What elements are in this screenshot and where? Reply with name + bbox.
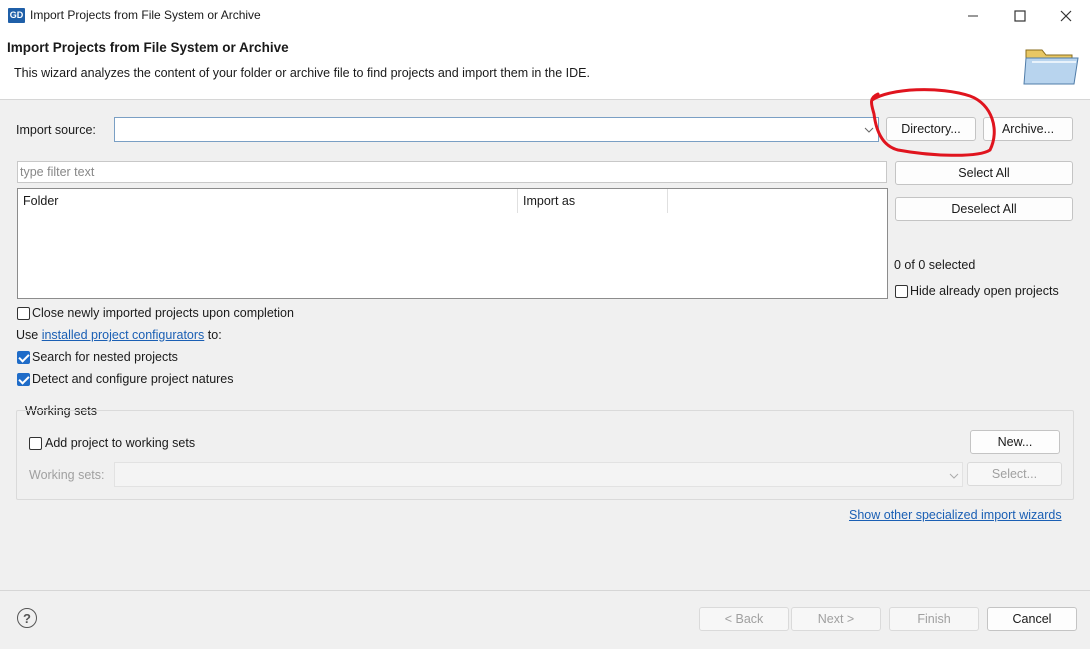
search-nested-checkbox[interactable] [17,351,30,364]
import-source-label: Import source: [16,123,96,137]
import-source-combo[interactable] [114,117,879,142]
use-suffix: to: [204,328,222,342]
other-wizards-link[interactable]: Show other specialized import wizards [849,508,1062,522]
close-icon[interactable] [1043,0,1089,32]
maximize-icon[interactable] [997,0,1043,32]
configurators-line: Use installed project configurators to: [16,328,222,342]
directory-button[interactable]: Directory... [886,117,976,141]
help-icon[interactable]: ? [17,608,37,628]
archive-button[interactable]: Archive... [983,117,1073,141]
cancel-button[interactable]: Cancel [987,607,1077,631]
projects-table[interactable]: Folder Import as [17,188,888,299]
working-sets-label: Working sets: [29,468,105,482]
use-prefix: Use [16,328,42,342]
selection-count: 0 of 0 selected [894,258,976,272]
working-sets-combo[interactable] [114,462,963,487]
chevron-down-icon [949,473,959,479]
title-bar: GD Import Projects from File System or A… [0,0,1090,32]
close-projects-checkbox[interactable] [17,307,30,320]
next-button[interactable]: Next > [791,607,881,631]
installed-configurators-link[interactable]: installed project configurators [42,328,205,342]
hide-open-checkbox[interactable] [895,285,908,298]
detect-natures-checkbox[interactable] [17,373,30,386]
select-all-button[interactable]: Select All [895,161,1073,185]
chevron-down-icon[interactable] [864,126,874,134]
filter-input[interactable]: type filter text [17,161,887,183]
hide-open-label[interactable]: Hide already open projects [910,284,1059,298]
column-header-folder[interactable]: Folder [18,189,518,213]
column-header-import-as[interactable]: Import as [518,189,668,213]
page-title: Import Projects from File System or Arch… [7,40,289,55]
footer-divider [0,590,1090,591]
add-working-sets-label[interactable]: Add project to working sets [45,436,195,450]
select-working-sets-button[interactable]: Select... [967,462,1062,486]
close-projects-label[interactable]: Close newly imported projects upon compl… [32,306,294,320]
finish-button[interactable]: Finish [889,607,979,631]
window-title: Import Projects from File System or Arch… [30,8,261,22]
folder-icon [1022,44,1082,93]
deselect-all-button[interactable]: Deselect All [895,197,1073,221]
add-working-sets-checkbox[interactable] [29,437,42,450]
page-description: This wizard analyzes the content of your… [14,66,590,80]
wizard-header: Import Projects from File System or Arch… [0,32,1090,100]
search-nested-label[interactable]: Search for nested projects [32,350,178,364]
minimize-icon[interactable] [950,0,996,32]
app-icon: GD [8,8,25,23]
back-button[interactable]: < Back [699,607,789,631]
detect-natures-label[interactable]: Detect and configure project natures [32,372,234,386]
new-working-set-button[interactable]: New... [970,430,1060,454]
